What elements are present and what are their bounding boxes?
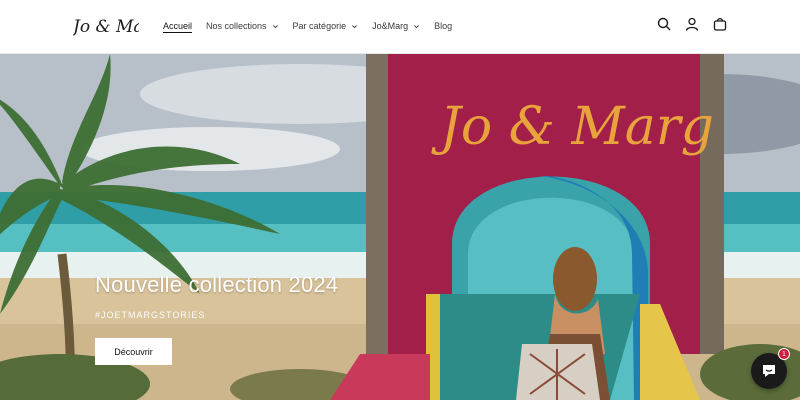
chat-icon	[763, 365, 775, 377]
chevron-down-icon	[414, 24, 420, 28]
nav-label: Blog	[434, 21, 453, 31]
site-header: Jo & Marg Accueil Nos collections Par ca…	[0, 0, 800, 54]
discover-button[interactable]: Découvrir	[95, 338, 172, 365]
nav-label: Nos collections	[206, 21, 267, 31]
nav-item-nos-collections[interactable]: Nos collections	[206, 21, 279, 31]
chevron-down-icon	[352, 24, 357, 28]
search-icon[interactable]	[656, 16, 672, 32]
brand-logo[interactable]: Jo & Marg	[70, 13, 163, 39]
nav-label: Jo&Marg	[372, 21, 409, 31]
hero-banner: Jo & Marg Nouvelle collection 2024 #JOET…	[0, 54, 800, 400]
chevron-down-icon	[272, 24, 278, 28]
nav-item-jo-marg[interactable]: Jo&Marg	[372, 21, 420, 31]
logo-text: Jo & Marg	[73, 17, 139, 37]
cart-icon[interactable]	[712, 16, 728, 32]
hero-title: Nouvelle collection 2024	[95, 272, 339, 297]
nav-label: Par catégorie	[292, 21, 347, 31]
nav-label: Accueil	[163, 21, 193, 31]
main-nav: Accueil Nos collections Par catégorie Jo…	[163, 0, 466, 52]
hero-subtitle: #JOETMARGSTORIES	[95, 310, 206, 320]
wall-logo-text: Jo & Marg	[431, 97, 714, 157]
nav-item-accueil[interactable]: Accueil	[163, 21, 192, 31]
account-icon[interactable]	[684, 16, 700, 32]
nav-item-blog[interactable]: Blog	[434, 21, 452, 31]
chat-badge: 1	[778, 348, 790, 360]
header-actions	[656, 16, 728, 32]
nav-item-par-categorie[interactable]: Par catégorie	[293, 21, 359, 31]
